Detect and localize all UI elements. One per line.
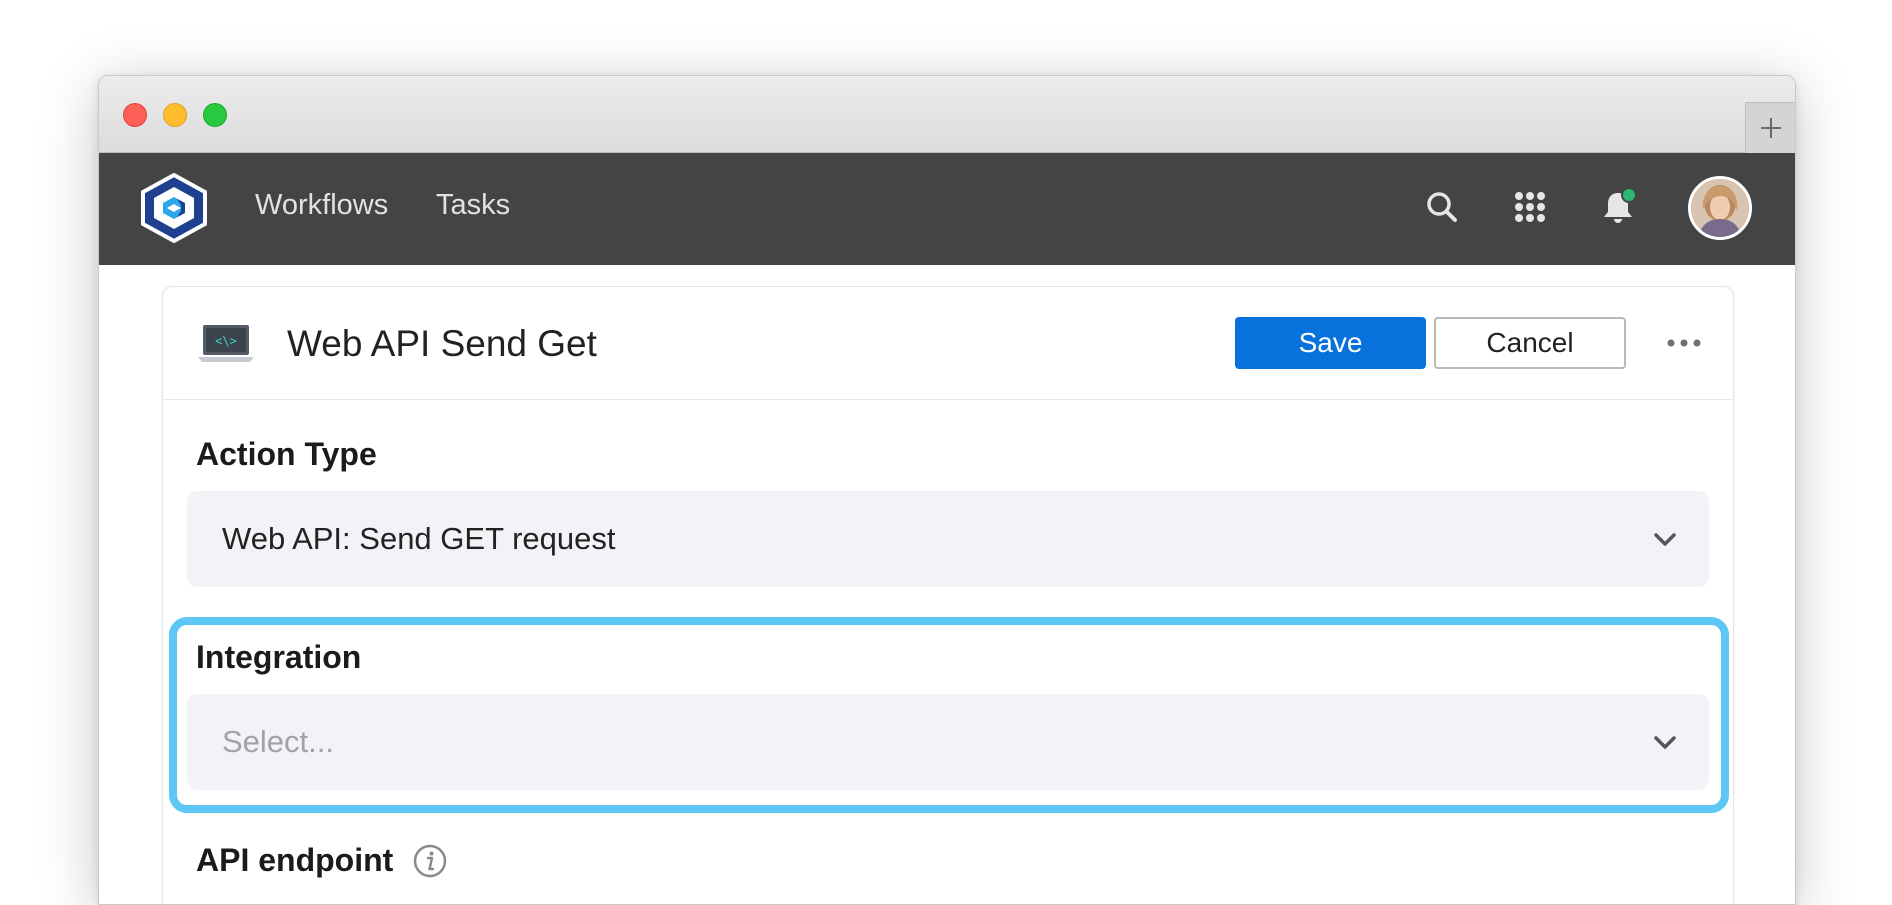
- minimize-window-button[interactable]: [163, 103, 187, 127]
- cancel-button[interactable]: Cancel: [1434, 317, 1626, 369]
- save-button[interactable]: Save: [1235, 317, 1426, 369]
- user-avatar[interactable]: [1688, 176, 1752, 240]
- chevron-down-icon: [1651, 525, 1679, 553]
- search-icon[interactable]: [1422, 187, 1462, 227]
- zoom-window-button[interactable]: [203, 103, 227, 127]
- window-titlebar: [99, 76, 1795, 153]
- browser-window: Workflows Tasks <\> Web API Send Get Sav…: [98, 75, 1796, 905]
- action-type-select[interactable]: Web API: Send GET request: [187, 491, 1709, 587]
- nav-link-workflows[interactable]: Workflows: [255, 189, 388, 222]
- integration-select[interactable]: Select...: [187, 694, 1709, 790]
- action-editor-card: <\> Web API Send Get Save Cancel Action …: [162, 286, 1734, 904]
- chevron-down-icon: [1651, 728, 1679, 756]
- main-content: <\> Web API Send Get Save Cancel Action …: [99, 265, 1795, 904]
- page-title: Web API Send Get: [287, 323, 597, 364]
- app-logo-icon[interactable]: [137, 172, 211, 244]
- action-type-label: Action Type: [196, 436, 377, 472]
- info-icon[interactable]: [412, 843, 448, 879]
- action-type-value: Web API: Send GET request: [222, 521, 616, 556]
- bell-icon[interactable]: [1598, 187, 1638, 227]
- top-navbar: Workflows Tasks: [99, 153, 1795, 265]
- apps-grid-icon[interactable]: [1510, 187, 1550, 227]
- integration-placeholder: Select...: [222, 724, 334, 759]
- card-header: <\> Web API Send Get Save Cancel: [163, 287, 1733, 400]
- api-endpoint-label: API endpoint: [196, 842, 394, 878]
- svg-text:<\>: <\>: [215, 334, 237, 348]
- more-options-icon[interactable]: [1664, 335, 1704, 351]
- nav-link-tasks[interactable]: Tasks: [436, 189, 510, 222]
- integration-label: Integration: [196, 639, 362, 675]
- new-tab-button[interactable]: [1745, 102, 1795, 153]
- close-window-button[interactable]: [123, 103, 147, 127]
- code-laptop-icon: <\>: [198, 324, 254, 364]
